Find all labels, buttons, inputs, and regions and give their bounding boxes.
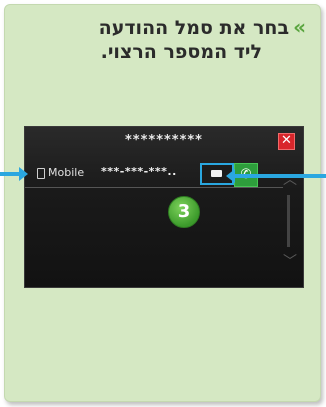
right-pointer-line (232, 174, 326, 178)
screen-title: ********** (125, 133, 203, 148)
contact-number: ***-***-***.. (101, 165, 177, 178)
instruction-line-1: בחר את סמל ההודעה (98, 17, 290, 39)
message-icon (211, 170, 222, 177)
pointer-arrow-icon (226, 169, 235, 183)
scrollbar[interactable] (287, 195, 290, 247)
left-arrow-icon (19, 167, 28, 181)
instruction-line-2: ליד המספר הרצוי. (100, 41, 262, 63)
contact-type-label: Mobile (48, 166, 85, 179)
scroll-up-icon[interactable]: ︿ (283, 169, 297, 189)
phone-screen: ********** ✕ Mobile ***-***-***.. ✆ ︿ ﹀ (24, 126, 304, 288)
instruction-text: »בחר את סמל ההודעה ליד המספר הרצוי. (16, 15, 306, 64)
mobile-phone-icon (37, 168, 45, 179)
close-button[interactable]: ✕ (278, 133, 295, 150)
scroll-down-icon[interactable]: ﹀ (283, 251, 297, 271)
double-chevron-icon: » (293, 15, 306, 39)
step-number-badge: 3 (168, 196, 200, 228)
